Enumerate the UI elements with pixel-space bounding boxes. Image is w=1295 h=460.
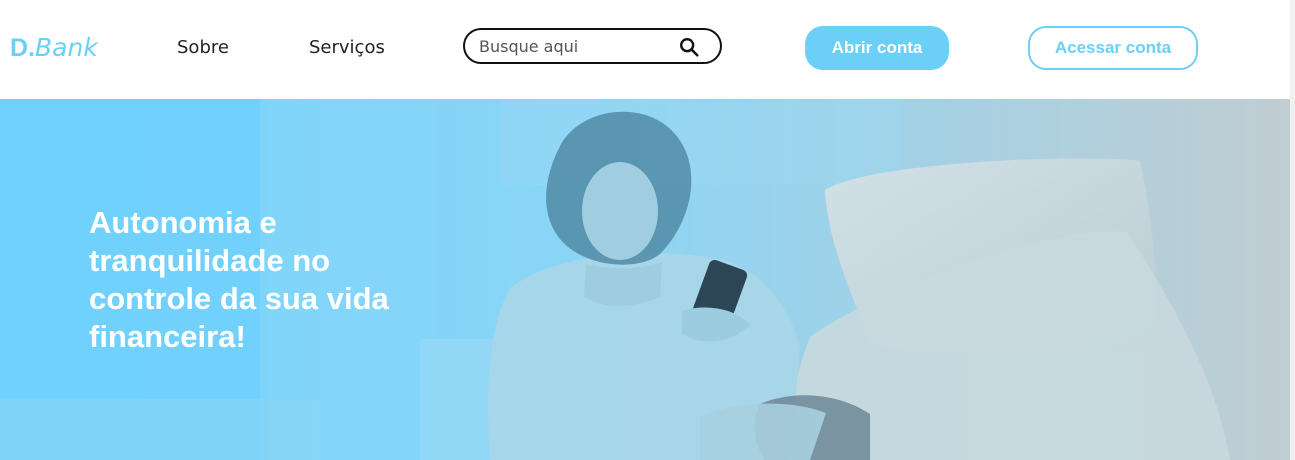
nav-about-link[interactable]: Sobre xyxy=(177,36,229,60)
hero-title: Autonomia e tranquilidade no controle da… xyxy=(89,205,389,354)
brand-logo-strong: D. xyxy=(10,34,35,62)
search-icon[interactable] xyxy=(678,36,700,58)
access-account-button[interactable]: Acessar conta xyxy=(1028,26,1198,70)
top-navbar: D.Bank Sobre Serviços Abrir conta Acessa… xyxy=(0,0,1295,99)
home-page: D.Bank Sobre Serviços Abrir conta Acessa… xyxy=(0,0,1295,460)
open-account-button[interactable]: Abrir conta xyxy=(805,26,949,70)
page-scrollbar[interactable] xyxy=(1290,0,1295,460)
brand-logo[interactable]: D.Bank xyxy=(10,30,98,66)
search-input[interactable] xyxy=(479,30,669,62)
nav-services-link[interactable]: Serviços xyxy=(309,36,385,60)
brand-logo-light: Bank xyxy=(35,33,98,62)
search-box xyxy=(463,28,722,64)
hero-banner: Autonomia e tranquilidade no controle da… xyxy=(0,99,1290,460)
